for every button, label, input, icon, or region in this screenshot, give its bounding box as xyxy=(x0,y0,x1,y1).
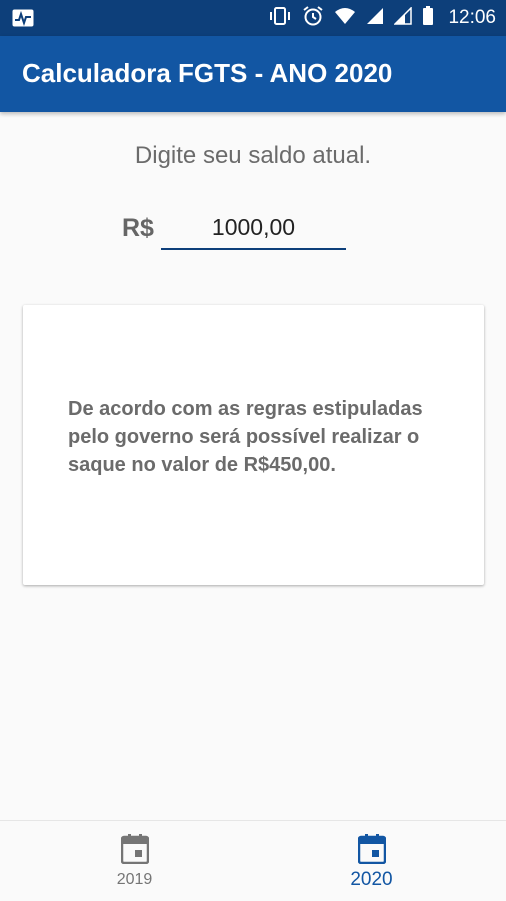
status-icons: 12:06 xyxy=(268,0,496,36)
signal-icon xyxy=(393,5,413,30)
status-time: 12:06 xyxy=(448,7,496,28)
calendar-icon xyxy=(357,834,386,866)
battery-icon xyxy=(422,5,434,31)
vibrate-icon xyxy=(268,6,292,31)
balance-prompt: Digite seu saldo atual. xyxy=(134,142,372,169)
balance-input-field[interactable] xyxy=(161,208,346,250)
status-bar: 12:06 xyxy=(0,0,506,36)
app-title: Calculadora FGTS - ANO 2020 xyxy=(22,58,393,88)
result-card: De acordo com as regras estipuladas pelo… xyxy=(23,305,484,585)
result-message: De acordo com as regras estipuladas pelo… xyxy=(68,398,423,476)
currency-label: R$ xyxy=(122,214,154,242)
activity-icon xyxy=(12,9,34,32)
wifi-icon xyxy=(334,7,356,30)
nav-label-2019: 2019 xyxy=(116,871,153,888)
bottom-navigation: 2019 2020 xyxy=(0,820,506,901)
alarm-icon xyxy=(302,5,324,32)
calendar-icon xyxy=(120,834,149,866)
balance-input[interactable] xyxy=(161,208,346,246)
nav-tab-2020[interactable]: 2020 xyxy=(245,821,498,901)
nav-tab-2019[interactable]: 2019 xyxy=(8,821,261,901)
nav-label-2020: 2020 xyxy=(350,869,393,890)
signal-icon xyxy=(366,7,384,30)
app-bar: Calculadora FGTS - ANO 2020 xyxy=(0,36,506,112)
